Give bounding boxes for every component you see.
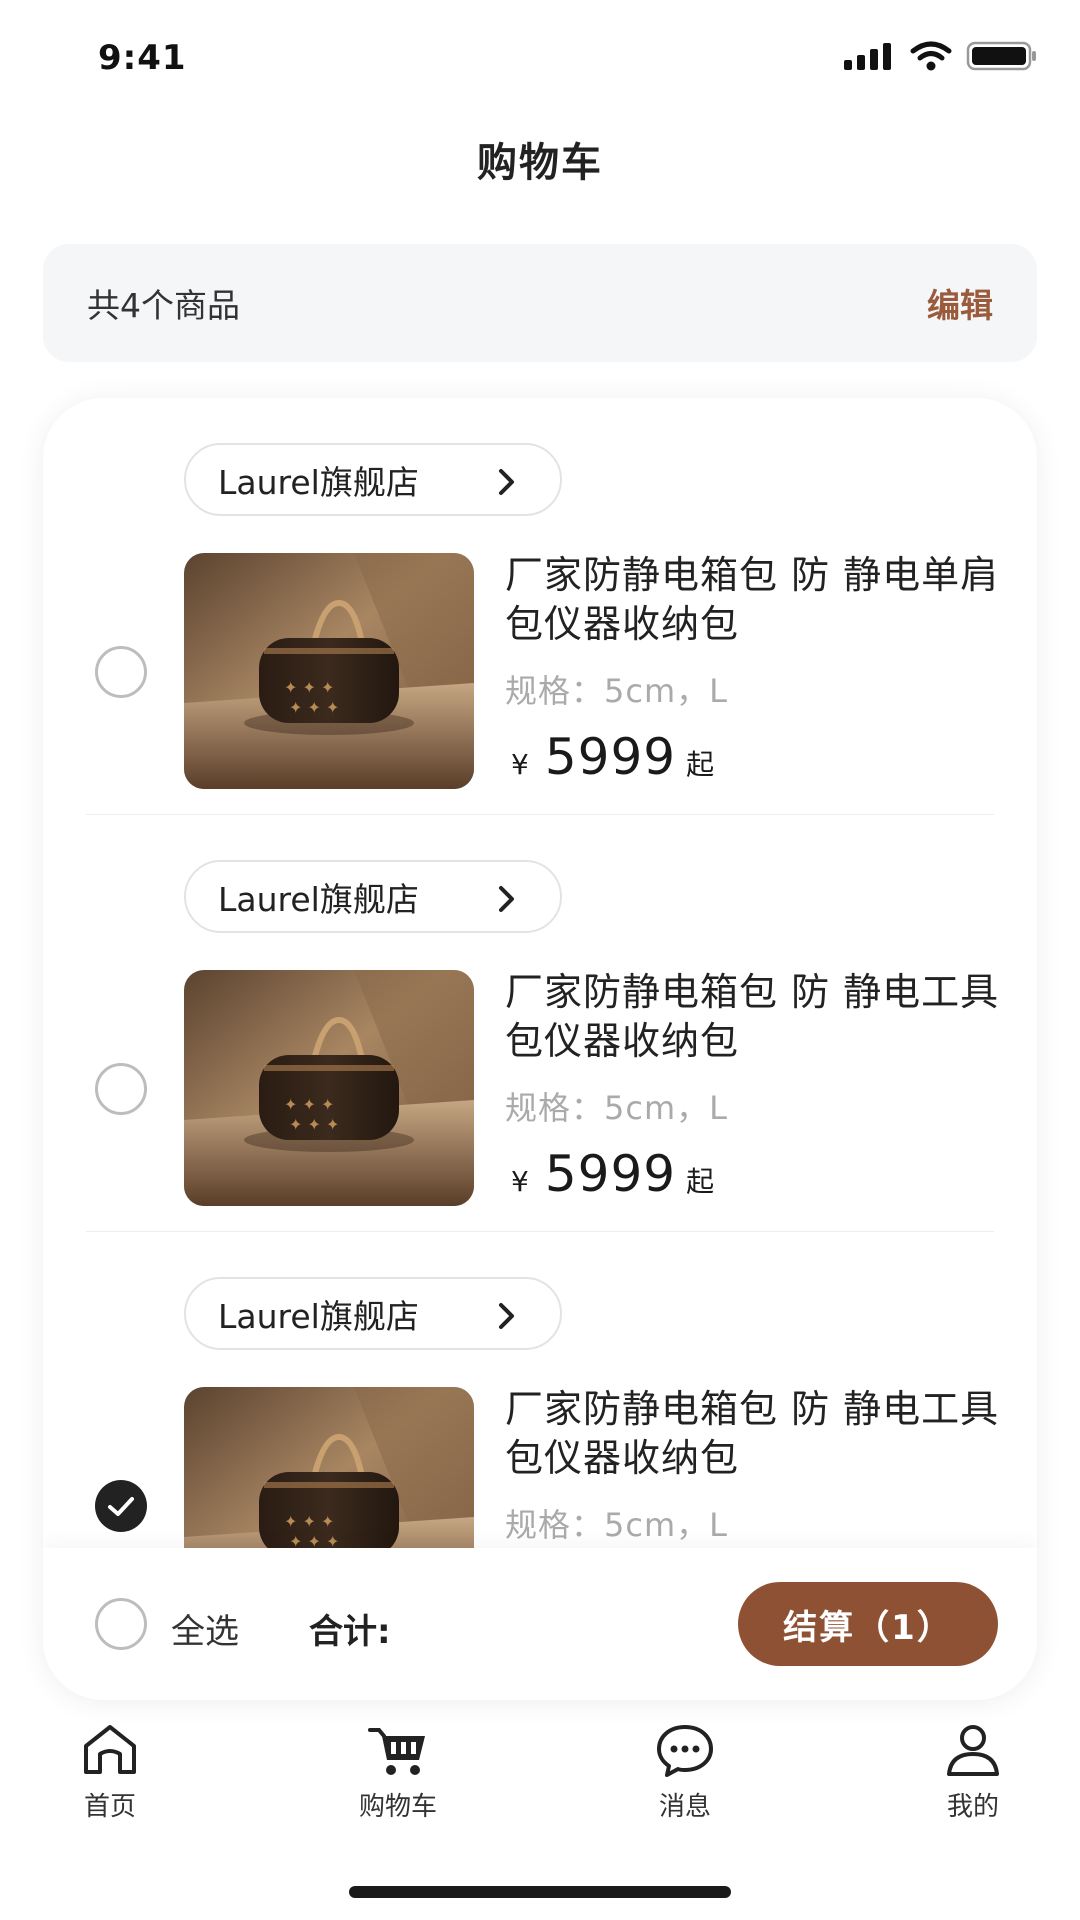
page-title: 购物车 (477, 140, 603, 186)
chevron-right-icon (499, 1303, 514, 1329)
checkout-button[interactable]: 结算（1） (738, 1582, 998, 1666)
edit-button[interactable]: 编辑 (927, 279, 993, 327)
select-all-radio[interactable] (95, 1598, 147, 1650)
tab-cart[interactable]: 购物车 (313, 1722, 483, 1823)
user-icon (947, 1725, 999, 1776)
cart-list[interactable]: Laurel旗舰店 ✦ ✦ ✦ ✦ ✦ ✦ 厂家防静电箱包 防 静电单肩包仪器收… (43, 398, 1037, 1548)
battery-icon (966, 41, 1036, 71)
cart-item: Laurel旗舰店 ✦ ✦ ✦ ✦ ✦ ✦ (43, 815, 1037, 1232)
home-icon (84, 1725, 136, 1774)
home-indicator (349, 1886, 731, 1898)
product-title[interactable]: 厂家防静电箱包 防 静电单肩包仪器收纳包 (505, 551, 1005, 649)
shop-link[interactable]: Laurel旗舰店 (184, 860, 562, 933)
wifi-icon (910, 41, 952, 71)
checkmark-icon (108, 1497, 134, 1516)
product-spec: 规格：5cm，L (505, 1506, 728, 1544)
shop-name: Laurel旗舰店 (218, 1296, 419, 1336)
tab-bar: 首页 购物车 消息 我的 (0, 1722, 1080, 1862)
product-price: ¥ 5999 起 (511, 1145, 714, 1203)
shop-name: Laurel旗舰店 (218, 462, 419, 502)
shop-link[interactable]: Laurel旗舰店 (184, 443, 562, 516)
price-currency: ¥ (511, 748, 529, 781)
svg-text:✦ ✦ ✦: ✦ ✦ ✦ (289, 698, 339, 717)
cart-item: Laurel旗舰店 ✦ ✦ ✦ ✦ ✦ ✦ 厂家防静电箱包 防 静电工具包仪器收… (43, 1232, 1037, 1548)
tab-label: 消息 (658, 1792, 711, 1822)
price-suffix: 起 (686, 748, 715, 781)
svg-text:✦ ✦ ✦: ✦ ✦ ✦ (284, 678, 334, 697)
price-value: 5999 (544, 1145, 677, 1203)
checkout-bar: 全选 合计: 结算（1） (43, 1548, 1037, 1700)
shop-link[interactable]: Laurel旗舰店 (184, 1277, 562, 1350)
summary-bar: 共4个商品 编辑 (43, 244, 1037, 362)
status-time: 9:41 (98, 38, 187, 78)
svg-text:✦ ✦ ✦: ✦ ✦ ✦ (284, 1512, 334, 1531)
message-icon (657, 1725, 713, 1777)
tab-label: 我的 (946, 1792, 999, 1822)
cart-item: Laurel旗舰店 ✦ ✦ ✦ ✦ ✦ ✦ (43, 398, 1037, 815)
price-suffix: 起 (686, 1165, 715, 1198)
product-spec: 规格：5cm，L (505, 1089, 728, 1127)
tab-label: 首页 (83, 1792, 136, 1822)
item-select-radio[interactable] (95, 646, 147, 698)
price-currency: ¥ (511, 1165, 529, 1198)
signal-icon (844, 43, 891, 70)
svg-text:✦ ✦ ✦: ✦ ✦ ✦ (284, 1095, 334, 1114)
item-count: 共4个商品 (87, 286, 240, 325)
product-spec: 规格：5cm，L (505, 672, 728, 710)
product-title[interactable]: 厂家防静电箱包 防 静电工具包仪器收纳包 (505, 968, 1005, 1066)
cart-card: Laurel旗舰店 ✦ ✦ ✦ ✦ ✦ ✦ 厂家防静电箱包 防 静电单肩包仪器收… (43, 398, 1037, 1700)
chevron-right-icon (499, 469, 514, 495)
svg-text:✦ ✦ ✦: ✦ ✦ ✦ (289, 1532, 339, 1548)
status-icons (844, 40, 1038, 72)
tab-home[interactable]: 首页 (25, 1722, 195, 1823)
tab-label: 购物车 (358, 1792, 437, 1822)
product-image[interactable]: ✦ ✦ ✦ ✦ ✦ ✦ (184, 553, 474, 789)
select-all-label[interactable]: 全选 (171, 1604, 239, 1653)
tab-profile[interactable]: 我的 (888, 1722, 1058, 1823)
product-image[interactable]: ✦ ✦ ✦ ✦ ✦ ✦ (184, 1387, 474, 1548)
total-label: 合计: (309, 1612, 391, 1652)
product-title[interactable]: 厂家防静电箱包 防 静电工具包仪器收纳包 (505, 1385, 1005, 1483)
tab-message[interactable]: 消息 (600, 1722, 770, 1823)
item-select-radio[interactable] (95, 1063, 147, 1115)
chevron-right-icon (499, 886, 514, 912)
item-select-radio[interactable] (95, 1480, 147, 1532)
product-price: ¥ 5999 起 (511, 728, 714, 786)
shop-name: Laurel旗舰店 (218, 879, 419, 919)
svg-text:✦ ✦ ✦: ✦ ✦ ✦ (289, 1115, 339, 1134)
price-value: 5999 (544, 728, 677, 786)
cart-icon (368, 1728, 425, 1775)
status-bar: 9:41 (0, 0, 1080, 110)
product-image[interactable]: ✦ ✦ ✦ ✦ ✦ ✦ (184, 970, 474, 1206)
